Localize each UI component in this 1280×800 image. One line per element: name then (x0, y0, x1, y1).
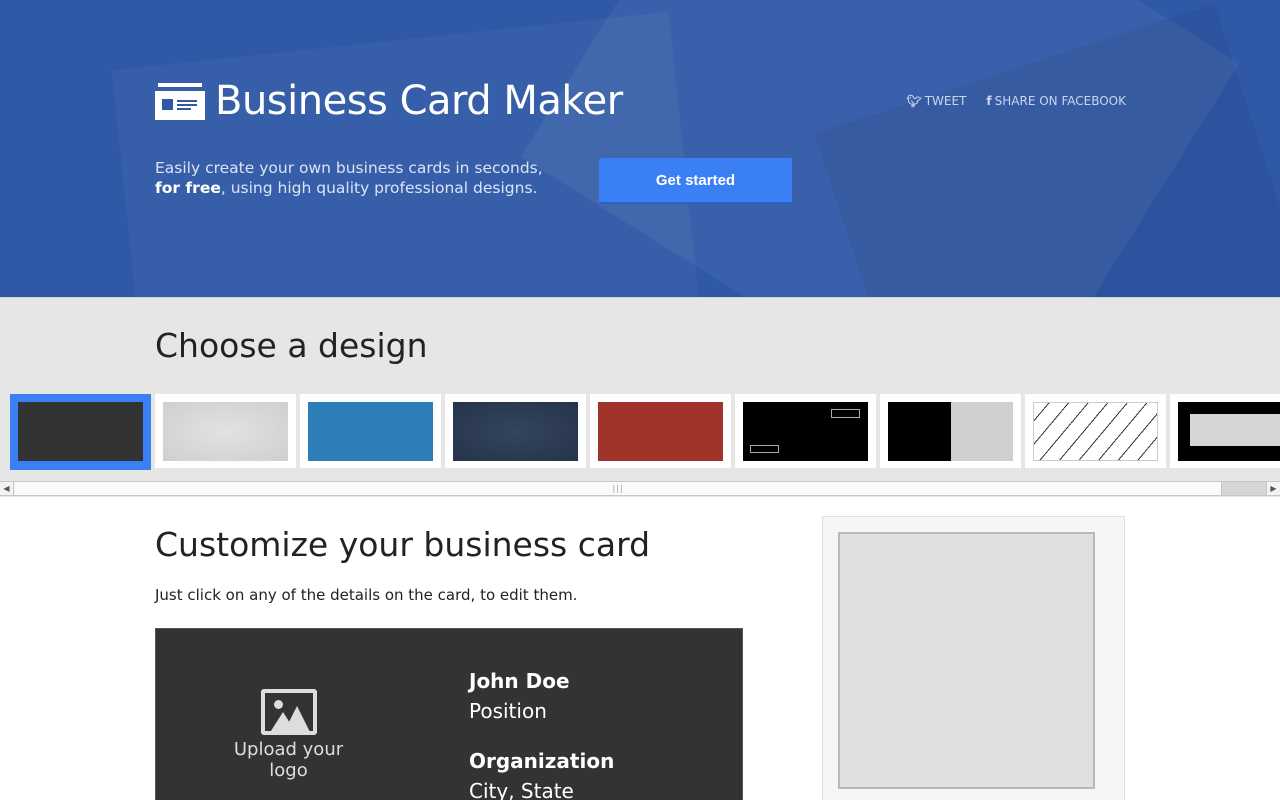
section-heading-designs: Choose a design (155, 326, 428, 365)
tweet-link[interactable]: 🐦︎ TWEET (906, 94, 966, 108)
share-links: 🐦︎ TWEET f SHARE ON FACEBOOK (906, 94, 1126, 108)
scroll-right-arrow-icon[interactable]: ▶ (1266, 482, 1280, 495)
upload-logo-label: Upload your logo (233, 739, 344, 781)
horizontal-scrollbar[interactable]: ◀ ||| ▶ (0, 481, 1280, 496)
twitter-bird-icon: 🐦︎ (906, 94, 922, 108)
scrollbar-thumb[interactable]: ||| (15, 482, 1222, 495)
share-facebook-link[interactable]: f SHARE ON FACEBOOK (986, 94, 1126, 108)
design-thumbnail-diagonal-stripes[interactable] (1025, 394, 1166, 468)
scrollbar-track[interactable] (1222, 482, 1266, 495)
card-preview-panel (822, 516, 1125, 800)
image-icon (260, 689, 317, 735)
card-name-field[interactable]: John Doe (469, 669, 614, 693)
brand[interactable]: Business Card Maker (155, 78, 623, 124)
scroll-left-arrow-icon[interactable]: ◀ (0, 482, 14, 495)
design-thumbnail-black-gray-split[interactable] (880, 394, 1021, 468)
business-card-editor: Upload your logo John Doe Position Organ… (155, 628, 743, 800)
design-thumbnail-blue[interactable] (300, 394, 441, 468)
card-details: John Doe Position Organization City, Sta… (469, 669, 614, 800)
hero-banner: Business Card Maker 🐦︎ TWEET f SHARE ON … (0, 0, 1280, 297)
facebook-f-icon: f (986, 94, 992, 108)
design-thumbnail-red[interactable] (590, 394, 731, 468)
design-thumbnail-dark[interactable] (10, 394, 151, 470)
tagline: Easily create your own business cards in… (155, 158, 575, 198)
business-card-icon (155, 82, 205, 120)
customize-hint: Just click on any of the details on the … (155, 586, 578, 604)
upload-logo-area[interactable]: Upload your logo (216, 689, 361, 781)
tagline-line1: Easily create your own business cards in… (155, 159, 543, 177)
card-organization-field[interactable]: Organization (469, 749, 614, 773)
tagline-rest: , using high quality professional design… (220, 179, 538, 197)
design-thumbnail-light[interactable] (155, 394, 296, 468)
card-city-state-field[interactable]: City, State (469, 779, 614, 800)
design-thumbnail-strip[interactable] (10, 394, 1280, 470)
design-chooser: Choose a design ◀ ||| ▶ (0, 297, 1280, 497)
design-thumbnail-black-frame[interactable] (1170, 394, 1280, 468)
get-started-button[interactable]: Get started (599, 158, 792, 204)
app-title: Business Card Maker (215, 78, 623, 124)
card-preview-placeholder (838, 532, 1095, 789)
card-position-field[interactable]: Position (469, 699, 614, 723)
tweet-label: TWEET (924, 94, 967, 108)
design-thumbnail-black-outline[interactable] (735, 394, 876, 468)
design-thumbnail-navy[interactable] (445, 394, 586, 468)
tagline-bold: for free (155, 179, 221, 197)
share-facebook-label: SHARE ON FACEBOOK (994, 94, 1126, 108)
section-heading-customize: Customize your business card (155, 525, 651, 564)
